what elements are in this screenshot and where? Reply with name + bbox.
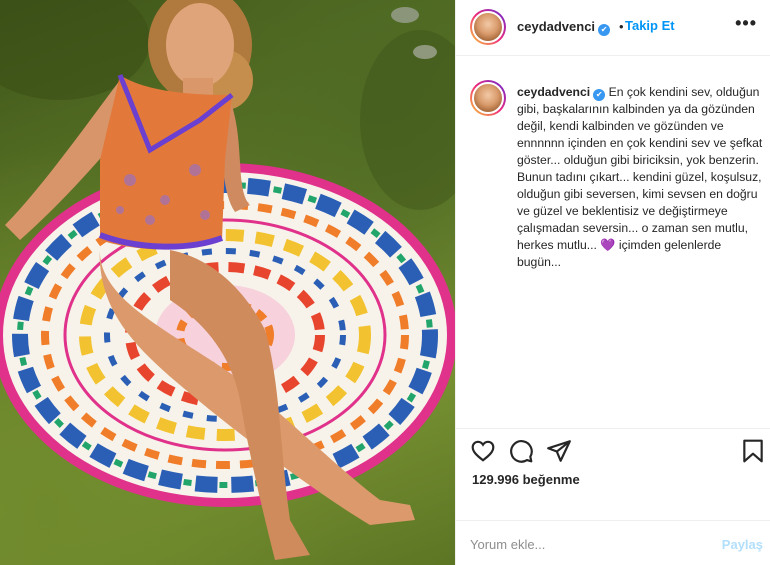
caption-avatar[interactable]: [470, 80, 506, 116]
caption-text: ceydadvenci ✔ En çok kendini sev, olduğun…: [517, 84, 763, 271]
header-username[interactable]: ceydadvenci ✔: [517, 19, 611, 36]
avatar-image: [472, 82, 504, 114]
caption-block: ceydadvenci ✔ En çok kendini sev, olduğun…: [456, 72, 770, 412]
post-photo[interactable]: [0, 0, 455, 565]
verified-badge-icon: ✔: [598, 24, 611, 36]
comment-input[interactable]: [470, 533, 690, 555]
purple-heart-emoji: 💜: [600, 238, 616, 252]
heart-outline-icon[interactable]: [470, 438, 496, 464]
bookmark-icon[interactable]: [740, 438, 766, 464]
post-side-panel: ceydadvenci ✔ • Takip Et ••• ceydadvenci ✔…: [455, 0, 770, 565]
paper-plane-icon[interactable]: [546, 438, 572, 464]
verified-badge-icon: ✔: [593, 89, 606, 101]
caption-body-part1: En çok kendini sev, olduğun gibi, başkal…: [517, 85, 763, 252]
caption-username[interactable]: ceydadvenci: [517, 85, 590, 99]
likes-count[interactable]: 129.996 beğenme: [472, 472, 580, 487]
header-separator: •: [619, 19, 624, 34]
comment-bubble-icon[interactable]: [508, 438, 534, 464]
more-options-icon[interactable]: •••: [735, 14, 757, 32]
follow-button[interactable]: Takip Et: [625, 18, 675, 33]
avatar[interactable]: [470, 9, 506, 45]
post-comment-button[interactable]: Paylaş: [722, 537, 763, 552]
action-bar: [456, 432, 770, 472]
header-username-text[interactable]: ceydadvenci: [517, 19, 595, 34]
post-header: ceydadvenci ✔ • Takip Et •••: [456, 0, 770, 56]
divider: [456, 428, 770, 429]
photo-illustration: [0, 0, 455, 560]
avatar-image: [472, 11, 504, 43]
comment-box: Paylaş: [456, 520, 770, 565]
